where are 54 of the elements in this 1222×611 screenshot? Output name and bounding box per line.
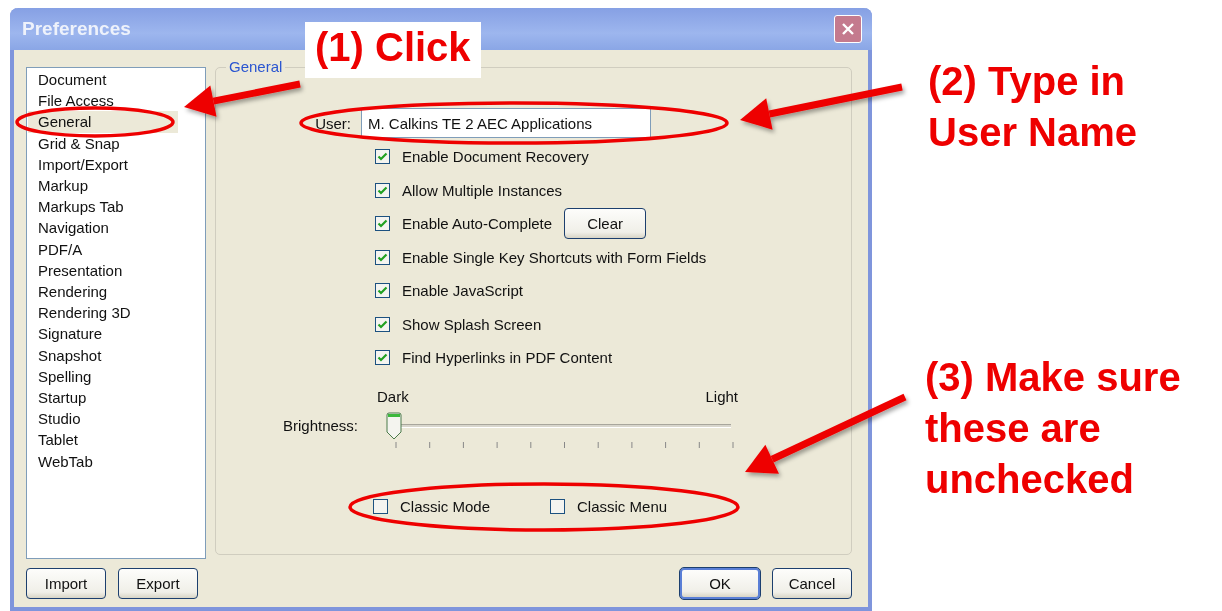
slider-label: Brightness: [283,417,360,434]
checkbox[interactable] [375,149,390,165]
dialog-button[interactable]: Cancel [772,568,852,599]
category-item[interactable]: Startup [28,387,178,409]
option-label: Classic Mode [400,497,491,515]
slider-max-label: Light [705,387,738,405]
category-item[interactable]: Grid & Snap [28,132,178,154]
option-label: Enable JavaScript [402,282,523,300]
category-item[interactable]: Tablet [28,429,178,451]
user-field[interactable]: M. Calkins TE 2 AEC Applications [361,108,651,138]
option-label: Enable Single Key Shortcuts with Form Fields [402,248,707,266]
option-label: Allow Multiple Instances [402,181,563,199]
option-label: Enable Auto-Complete [402,215,553,233]
checkbox[interactable] [550,498,566,514]
checkbox[interactable] [373,498,388,514]
option-label: Enable Document Recovery [402,148,589,166]
checkbox[interactable] [375,350,390,366]
checkbox[interactable] [375,316,390,332]
category-item[interactable]: File Access [28,90,178,112]
category-item[interactable]: Markup [28,175,178,197]
window-title: Preferences [22,18,131,40]
checkbox[interactable] [375,182,390,198]
category-item[interactable]: Navigation [28,217,178,239]
category-item[interactable]: Rendering [28,281,178,303]
category-item[interactable]: Rendering 3D [28,302,178,324]
field-label: User: [315,114,351,132]
category-item[interactable]: Presentation [28,259,178,282]
sidebar-button[interactable]: Import [26,568,106,599]
option-label: Show Splash Screen [402,315,542,333]
group-title: General [226,58,286,75]
category-item[interactable]: Spelling [28,365,178,388]
slider-min-label: Dark [377,387,409,405]
category-item[interactable]: WebTab [28,450,178,472]
checkbox[interactable] [375,283,390,299]
option-label: Find Hyperlinks in PDF Content [402,349,613,367]
sidebar-button[interactable]: Export [118,568,198,599]
category-item[interactable]: Markups Tab [28,196,178,218]
callout-text: (3) Make sure these are unchecked [925,354,1182,503]
category-item[interactable]: PDF/A [28,238,178,260]
slider-thumb[interactable] [386,411,402,440]
close-icon [841,22,855,36]
checkbox[interactable] [375,249,390,265]
clear-button[interactable]: Clear [564,208,647,240]
category-item[interactable]: Signature [28,323,178,345]
category-item[interactable]: Snapshot [28,344,178,366]
callout-text: (1) Click [305,22,481,78]
dialog-button[interactable]: OK [680,568,760,599]
option-label: Classic Menu [577,497,668,515]
close-button[interactable] [834,15,862,43]
checkbox[interactable] [375,216,390,232]
category-item[interactable]: Studio [28,408,178,430]
category-item[interactable]: Import/Export [28,153,178,175]
callout-text: (2) Type in User Name [928,58,1138,156]
category-item[interactable]: Document [28,69,178,91]
